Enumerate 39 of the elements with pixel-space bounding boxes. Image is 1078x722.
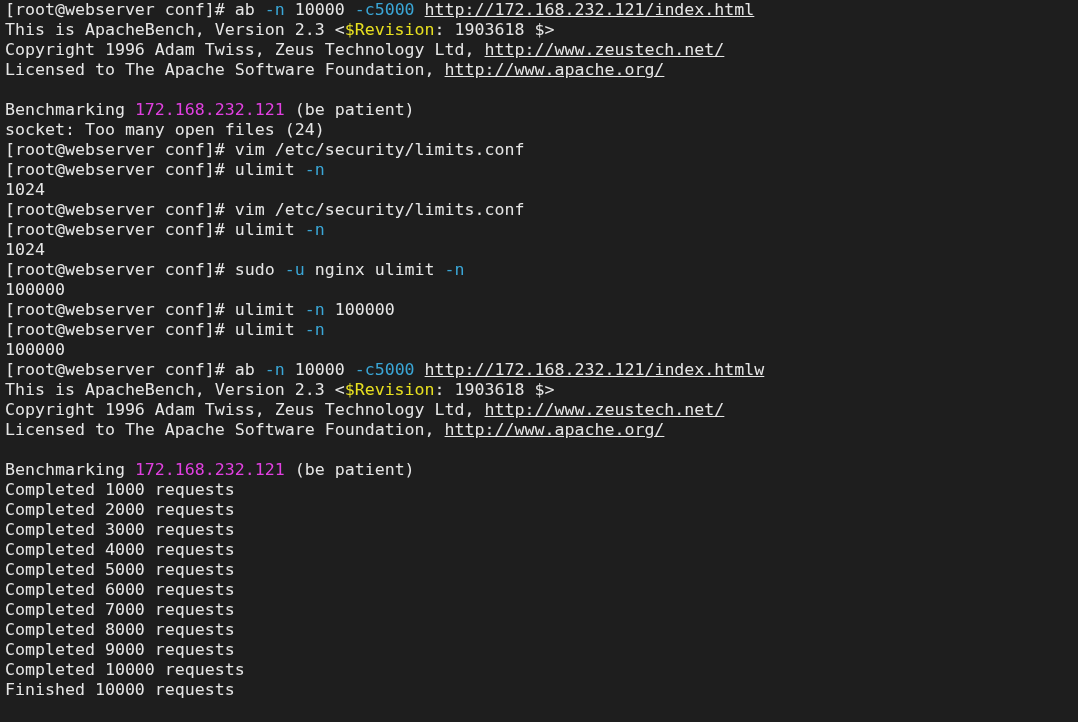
terminal-line: Licensed to The Apache Software Foundation, http://www.apache.org/ [5,420,665,440]
terminal-line: 1024 [5,240,45,260]
terminal-line: Copyright 1996 Adam Twiss, Zeus Technology Ltd, http://www.zeustech.net/ [5,400,725,420]
url-link[interactable]: http://172.168.232.121/index.htmlw [424,360,765,379]
terminal-line: [root@webserver conf]# vim /etc/security/limits.conf [5,140,525,160]
url-link[interactable]: http://www.zeustech.net/ [484,400,725,419]
terminal-line: Benchmarking 172.168.232.121 (be patient) [5,460,415,480]
terminal-line: Completed 5000 requests [5,560,235,580]
terminal-line: Completed 1000 requests [5,480,235,500]
terminal-line: Finished 10000 requests [5,680,235,700]
terminal-line: [root@webserver conf]# ulimit -n 100000 [5,300,395,320]
terminal-line: [root@webserver conf]# ab -n 10000 -c5000 http://172.168.232.121/index.htmlw [5,360,765,380]
terminal-line: Completed 6000 requests [5,580,235,600]
terminal-line: Completed 8000 requests [5,620,235,640]
terminal-line: Completed 10000 requests [5,660,245,680]
terminal-line: Completed 3000 requests [5,520,235,540]
terminal-line: Completed 7000 requests [5,600,235,620]
terminal-line: [root@webserver conf]# ulimit -n [5,160,325,180]
terminal-line: Completed 9000 requests [5,640,235,660]
url-link[interactable]: http://www.apache.org/ [444,420,665,439]
terminal-line: [root@webserver conf]# vim /etc/security/limits.conf [5,200,525,220]
terminal-line: Benchmarking 172.168.232.121 (be patient) [5,100,415,120]
terminal-line: 100000 [5,280,65,300]
url-link[interactable]: http://www.apache.org/ [444,60,665,79]
terminal-line: [root@webserver conf]# ab -n 10000 -c5000 http://172.168.232.121/index.html [5,0,755,20]
terminal-line: 1024 [5,180,45,200]
terminal-line: 100000 [5,340,65,360]
url-link[interactable]: http://172.168.232.121/index.html [424,0,755,19]
terminal-line: Completed 2000 requests [5,500,235,520]
terminal-line: Licensed to The Apache Software Foundation, http://www.apache.org/ [5,60,665,80]
terminal-line: [root@webserver conf]# ulimit -n [5,320,325,340]
terminal-line: socket: Too many open files (24) [5,120,325,140]
terminal-line: [root@webserver conf]# sudo -u nginx ulimit -n [5,260,465,280]
terminal-line: This is ApacheBench, Version 2.3 <$Revision: 1903618 $> [5,380,555,400]
terminal-line: This is ApacheBench, Version 2.3 <$Revision: 1903618 $> [5,20,555,40]
url-link[interactable]: http://www.zeustech.net/ [484,40,725,59]
terminal-line: Completed 4000 requests [5,540,235,560]
terminal-line: [root@webserver conf]# ulimit -n [5,220,325,240]
terminal-line: Copyright 1996 Adam Twiss, Zeus Technology Ltd, http://www.zeustech.net/ [5,40,725,60]
